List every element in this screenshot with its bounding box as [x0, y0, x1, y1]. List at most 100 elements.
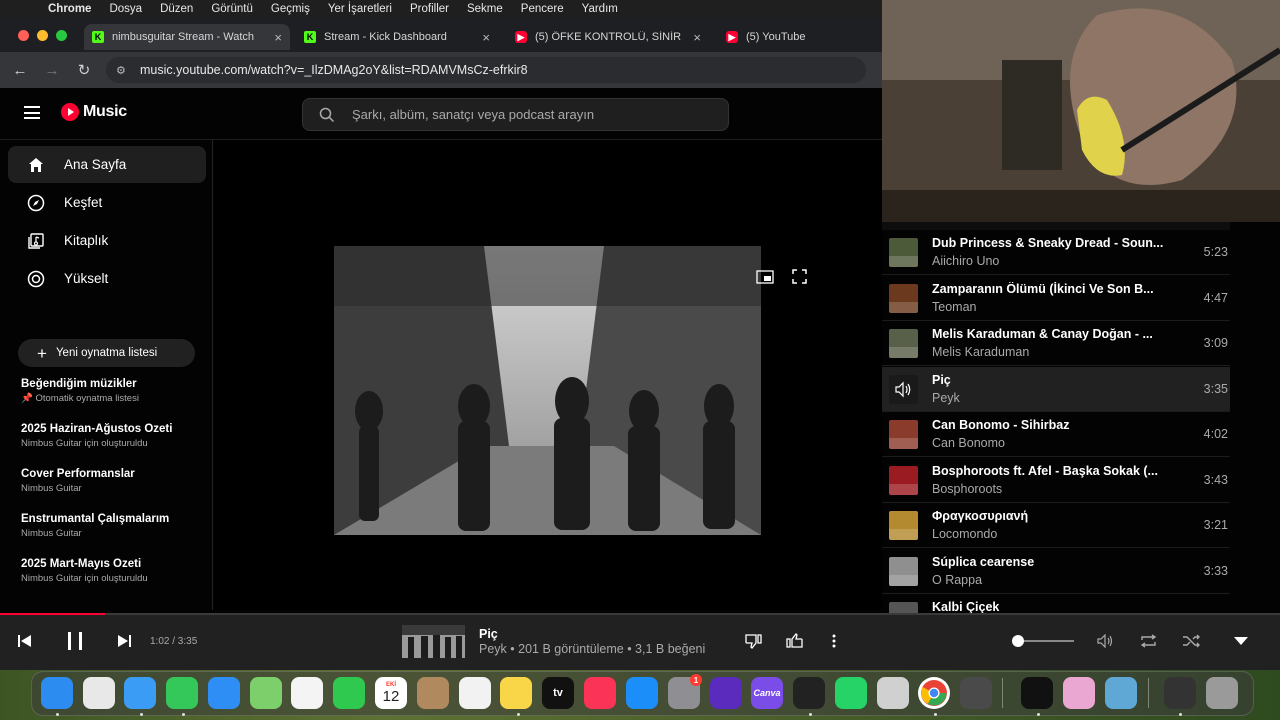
maps-icon[interactable] — [250, 677, 282, 709]
queue-item[interactable]: Bosphoroots ft. Afel - Başka Sokak (... B… — [882, 458, 1230, 503]
reminders-icon[interactable] — [459, 677, 491, 709]
close-window-button[interactable] — [18, 30, 29, 41]
tab-close-icon[interactable]: × — [482, 30, 490, 45]
tab-youtube-video[interactable]: ▶ (5) ÖFKE KONTROLÜ, SİNİR HASTALIĞI × — [507, 24, 709, 50]
menu-item-view[interactable]: Görüntü — [211, 3, 253, 15]
video-player[interactable] — [214, 140, 882, 610]
more-options-button[interactable] — [827, 631, 841, 651]
app-icon[interactable] — [1021, 677, 1053, 709]
menu-item-bookmarks[interactable]: Yer İşaretleri — [328, 3, 392, 15]
app-store-icon[interactable] — [626, 677, 658, 709]
tv-label: tv — [553, 687, 563, 699]
menu-item-edit[interactable]: Düzen — [160, 3, 193, 15]
back-icon[interactable]: ← — [4, 62, 36, 79]
imovie-icon[interactable] — [710, 677, 742, 709]
messages-icon[interactable] — [166, 677, 198, 709]
music-icon[interactable] — [584, 677, 616, 709]
system-settings-icon[interactable]: 1 — [668, 674, 702, 709]
obs-icon[interactable] — [793, 677, 825, 709]
running-indicator — [140, 713, 143, 716]
thumbs-down-icon — [744, 634, 762, 649]
new-playlist-button[interactable]: + Yeni oynatma listesi — [18, 339, 195, 367]
facetime-icon[interactable] — [333, 677, 365, 709]
tab-close-icon[interactable]: × — [274, 30, 282, 45]
tab-title: nimbusguitar Stream - Watch — [112, 31, 255, 43]
progress-bar[interactable] — [0, 613, 1280, 615]
shuffle-button[interactable] — [1181, 632, 1201, 650]
queue-item-title: Melis Karaduman & Canay Doğan - ... — [932, 327, 1153, 341]
pause-button[interactable] — [63, 629, 87, 653]
reload-icon[interactable]: ↻ — [68, 61, 100, 79]
playlist-item[interactable]: Cover Performanslar Nimbus Guitar — [21, 468, 206, 494]
previous-button[interactable] — [17, 633, 33, 649]
queue-item[interactable]: Melis Karaduman & Canay Doğan - ... Melis… — [882, 321, 1230, 366]
volume-slider-handle[interactable] — [1012, 635, 1025, 647]
queue-item[interactable]: Can Bonomo - Sihirbaz Can Bonomo 4:02 — [882, 412, 1230, 457]
trash-icon[interactable] — [1206, 677, 1238, 709]
running-indicator — [1179, 713, 1182, 716]
queue-item[interactable]: Φραγκοσυριανή Locomondo 3:21 — [882, 503, 1230, 548]
tv-icon[interactable]: tv — [542, 677, 574, 709]
like-button[interactable] — [784, 631, 804, 651]
volume-button[interactable] — [1096, 632, 1114, 650]
sidebar-item-upgrade[interactable]: Yükselt — [8, 260, 206, 297]
miniplayer-icon[interactable] — [756, 270, 774, 284]
chrome-icon[interactable] — [918, 677, 950, 709]
contacts-icon[interactable] — [417, 677, 449, 709]
playlist-subtitle: Nimbus Guitar için oluşturuldu — [21, 573, 148, 584]
site-settings-icon[interactable]: ⚙ — [116, 64, 130, 77]
now-playing-title[interactable]: Piç — [479, 627, 498, 641]
next-button[interactable] — [116, 633, 132, 649]
menu-item-history[interactable]: Geçmiş — [271, 3, 310, 15]
photos-icon[interactable] — [291, 677, 323, 709]
queue-item[interactable]: Dub Princess & Sneaky Dread - Soun... Aii… — [882, 230, 1230, 275]
whatsapp-icon[interactable] — [835, 677, 867, 709]
playlist-item[interactable]: 2025 Mart-Mayıs Özeti Nimbus Guitar için… — [21, 558, 206, 584]
menu-item-tab[interactable]: Sekme — [467, 3, 503, 15]
sidebar-item-home[interactable]: Ana Sayfa — [8, 146, 206, 183]
menu-icon[interactable] — [24, 106, 40, 119]
menu-item-window[interactable]: Pencere — [521, 3, 564, 15]
sidebar-item-library[interactable]: Kitaplık — [8, 222, 206, 259]
queue-item[interactable]: Súplica cearense O Rappa 3:33 — [882, 549, 1230, 594]
repeat-button[interactable] — [1138, 632, 1158, 650]
queue-item[interactable]: Zamparanın Ölümü (İkinci Ve Son B... Teom… — [882, 276, 1230, 321]
tab-youtube[interactable]: ▶ (5) YouTube — [718, 24, 878, 50]
ytm-logo[interactable]: Music — [61, 103, 127, 121]
playlist-item[interactable]: Enstrumantal Çalışmalarım Nimbus Guitar — [21, 513, 206, 539]
tab-kick-stream[interactable]: K nimbusguitar Stream - Watch × — [84, 24, 290, 50]
forward-icon[interactable]: → — [36, 62, 68, 79]
menu-item-profiles[interactable]: Profiller — [410, 3, 449, 15]
calendar-icon[interactable]: EKİ 12 — [375, 677, 407, 709]
notes-icon[interactable] — [500, 677, 532, 709]
app-icon[interactable] — [1105, 677, 1137, 709]
search-input[interactable]: Şarkı, albüm, sanatçı veya podcast arayı… — [302, 98, 729, 131]
finder-icon[interactable] — [41, 677, 73, 709]
minimize-window-button[interactable] — [37, 30, 48, 41]
address-bar[interactable]: ⚙ music.youtube.com/watch?v=_IlzDMAg2oY&… — [106, 57, 866, 83]
menu-app-name[interactable]: Chrome — [48, 3, 91, 15]
playlist-title: 2025 Mart-Mayıs Özeti — [21, 558, 142, 570]
launchpad-icon[interactable] — [83, 677, 115, 709]
calculator-icon[interactable] — [960, 677, 992, 709]
menu-item-help[interactable]: Yardım — [582, 3, 618, 15]
queue-item[interactable]: Kalbi Çiçek — [882, 594, 1230, 613]
tab-close-icon[interactable]: × — [693, 30, 701, 45]
safari-icon[interactable] — [124, 677, 156, 709]
playlist-item[interactable]: Beğendiğim müzikler 📌 Otomatik oynatma l… — [21, 378, 206, 404]
app-icon[interactable] — [1164, 677, 1196, 709]
fullscreen-icon[interactable] — [792, 269, 807, 284]
sidebar-item-explore[interactable]: Keşfet — [8, 184, 206, 221]
zoom-window-button[interactable] — [56, 30, 67, 41]
canva-icon[interactable]: Canva — [751, 677, 783, 709]
app-icon[interactable] — [1063, 677, 1095, 709]
dislike-button[interactable] — [743, 631, 763, 651]
tab-kick-dashboard[interactable]: K Stream - Kick Dashboard × — [296, 24, 498, 50]
disk-utility-icon[interactable] — [877, 677, 909, 709]
menu-item-file[interactable]: Dosya — [109, 3, 142, 15]
now-playing-thumbnail[interactable] — [402, 625, 465, 658]
queue-item[interactable]: Piç Peyk 3:35 — [882, 366, 1230, 412]
expand-player-button[interactable] — [1232, 634, 1250, 648]
playlist-item[interactable]: 2025 Haziran-Ağustos Özeti Nimbus Guitar… — [21, 423, 206, 449]
mail-icon[interactable] — [208, 677, 240, 709]
